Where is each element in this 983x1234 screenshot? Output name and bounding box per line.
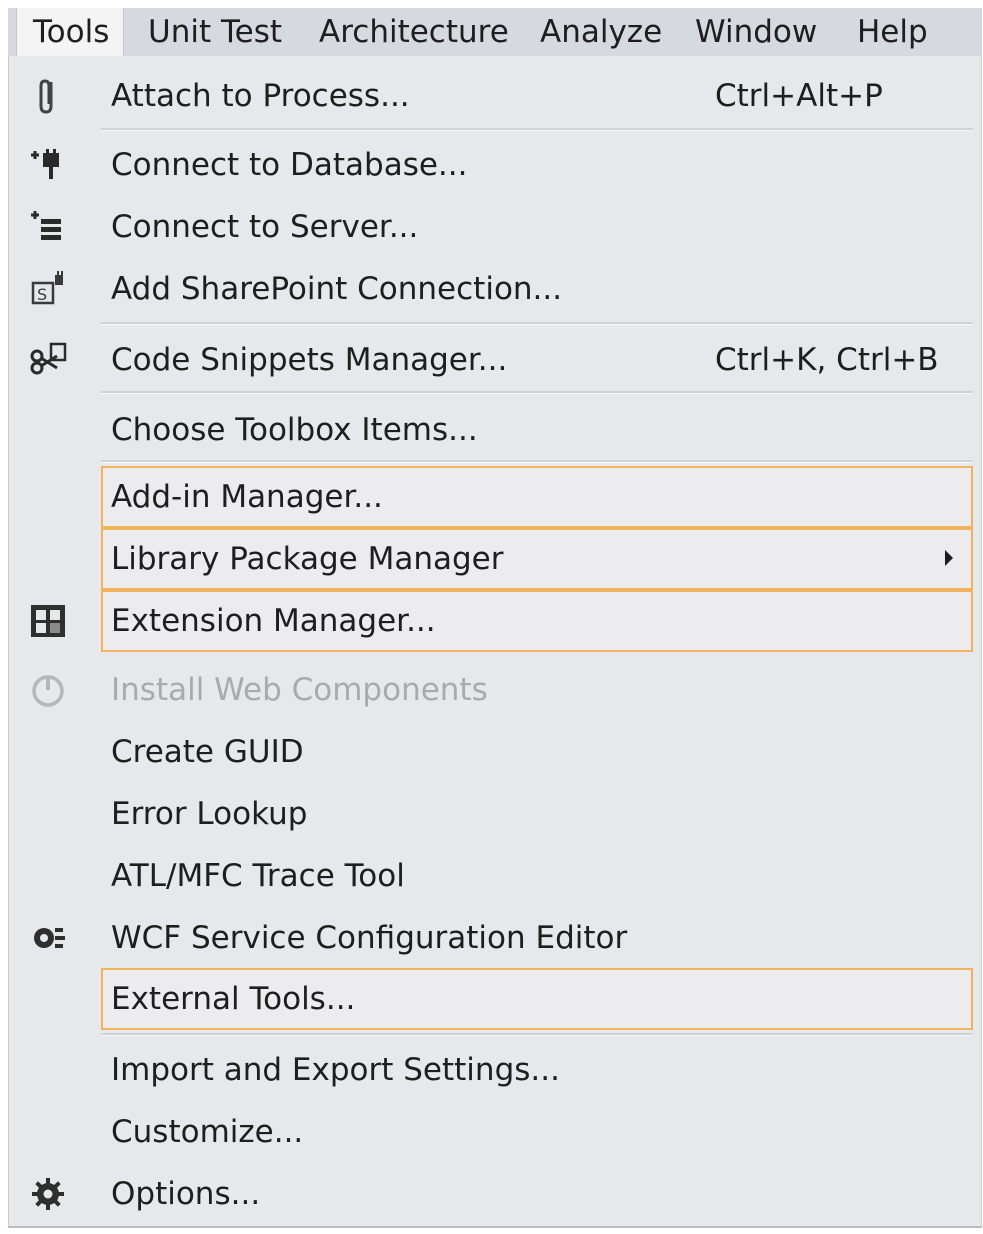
wcf-gear-icon — [27, 918, 69, 958]
menu-item-label: ATL/MFC Trace Tool — [111, 858, 405, 894]
menu-window[interactable]: Window — [695, 8, 817, 56]
menu-item-label: Attach to Process... — [111, 78, 410, 114]
menu-separator — [101, 1033, 973, 1036]
gear-icon — [27, 1174, 69, 1214]
menu-item-label: Customize... — [111, 1114, 304, 1150]
menu-item-label: Add SharePoint Connection... — [111, 271, 563, 307]
menu-item-choose-toolbox-items[interactable]: Choose Toolbox Items... — [9, 399, 981, 461]
menu-item-label: Connect to Server... — [111, 209, 419, 245]
menu-item-attach-to-process[interactable]: Attach to Process... Ctrl+Alt+P — [9, 65, 981, 127]
menu-item-label: External Tools... — [111, 981, 356, 1017]
menu-item-add-in-manager[interactable]: Add-in Manager... — [101, 466, 973, 528]
menu-tools[interactable]: Tools — [16, 8, 125, 56]
menu-item-customize[interactable]: Customize... — [9, 1101, 981, 1163]
shortcut-label: Ctrl+K, Ctrl+B — [715, 342, 939, 378]
menu-item-label: Choose Toolbox Items... — [111, 412, 478, 448]
menu-analyze[interactable]: Analyze — [540, 8, 662, 56]
menu-item-label: Library Package Manager — [111, 541, 504, 577]
menu-separator — [101, 391, 973, 394]
shortcut-label: Ctrl+Alt+P — [715, 78, 883, 114]
menu-separator — [101, 460, 973, 463]
menu-item-code-snippets-manager[interactable]: Code Snippets Manager... Ctrl+K, Ctrl+B — [9, 329, 981, 391]
menu-separator — [101, 322, 973, 325]
menu-item-label: Import and Export Settings... — [111, 1052, 560, 1088]
menu-unit-test[interactable]: Unit Test — [148, 8, 282, 56]
extension-icon — [27, 601, 69, 641]
snippet-icon — [27, 340, 69, 380]
menu-help[interactable]: Help — [857, 8, 928, 56]
menu-item-options[interactable]: Options... — [9, 1163, 981, 1225]
menu-item-library-package-manager[interactable]: Library Package Manager — [101, 528, 973, 590]
menu-item-label: Error Lookup — [111, 796, 308, 832]
menu-architecture[interactable]: Architecture — [319, 8, 509, 56]
menu-item-add-sharepoint-connection[interactable]: S Add SharePoint Connection... — [9, 258, 981, 320]
menu-item-import-export-settings[interactable]: Import and Export Settings... — [9, 1039, 981, 1101]
menu-item-connect-to-database[interactable]: Connect to Database... — [9, 134, 981, 196]
menu-item-install-web-components: Install Web Components — [9, 659, 981, 721]
submenu-arrow-icon — [945, 550, 953, 566]
menu-item-error-lookup[interactable]: Error Lookup — [9, 783, 981, 845]
sharepoint-icon: S — [27, 269, 69, 309]
menu-item-connect-to-server[interactable]: Connect to Server... — [9, 196, 981, 258]
menu-item-label: Add-in Manager... — [111, 479, 383, 515]
menu-item-label: Options... — [111, 1176, 261, 1212]
menu-item-label: Code Snippets Manager... — [111, 342, 508, 378]
paperclip-icon — [27, 76, 69, 116]
menu-item-atl-mfc-trace-tool[interactable]: ATL/MFC Trace Tool — [9, 845, 981, 907]
database-plug-icon — [27, 145, 69, 185]
menu-item-create-guid[interactable]: Create GUID — [9, 721, 981, 783]
menu-item-extension-manager[interactable]: Extension Manager... — [101, 590, 973, 652]
svg-text:S: S — [37, 285, 47, 304]
menu-item-label: Connect to Database... — [111, 147, 468, 183]
menu-item-wcf-service-configuration-editor[interactable]: WCF Service Configuration Editor — [9, 907, 981, 969]
menu-bar: Tools Unit Test Architecture Analyze Win… — [8, 8, 982, 56]
menu-item-label: Extension Manager... — [111, 603, 436, 639]
menu-item-label: Install Web Components — [111, 672, 488, 708]
power-icon — [27, 670, 69, 710]
menu-item-external-tools[interactable]: External Tools... — [101, 968, 973, 1030]
menu-item-label: WCF Service Configuration Editor — [111, 920, 628, 956]
server-add-icon — [27, 207, 69, 247]
tools-dropdown-menu: Attach to Process... Ctrl+Alt+P Connect … — [8, 56, 982, 1228]
menu-separator — [101, 128, 973, 131]
menu-item-label: Create GUID — [111, 734, 304, 770]
